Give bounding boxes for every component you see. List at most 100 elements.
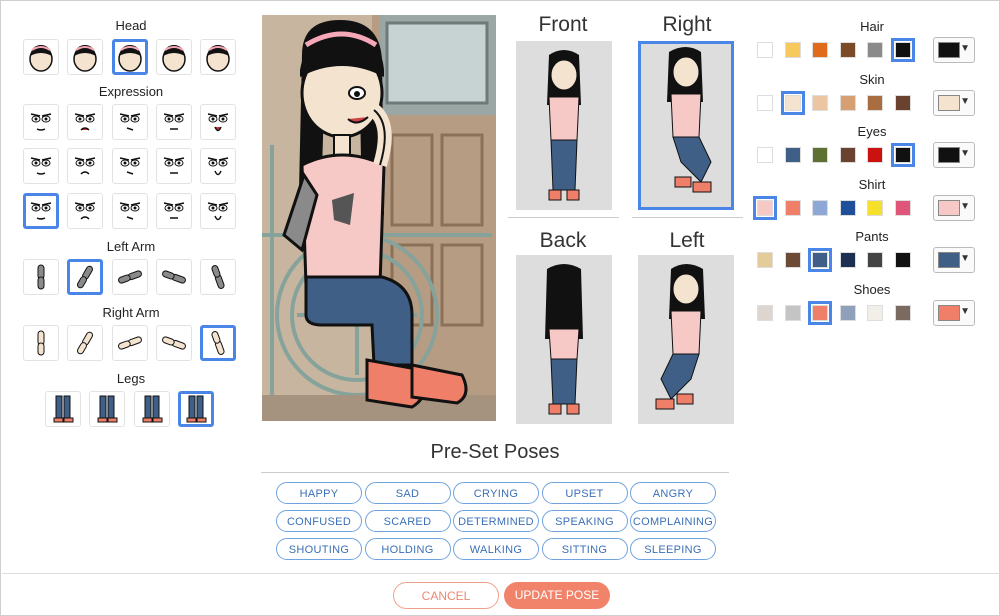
eyes-swatch[interactable] xyxy=(812,147,828,163)
hair-swatch[interactable] xyxy=(867,42,883,58)
shirt-swatch[interactable] xyxy=(784,199,801,216)
pose-button-angry[interactable]: ANGRY xyxy=(630,482,716,504)
pose-button-happy[interactable]: HAPPY xyxy=(276,482,362,504)
expression-option[interactable] xyxy=(23,193,59,229)
left-arm-option[interactable] xyxy=(67,259,103,295)
pose-button-speaking[interactable]: SPEAKING xyxy=(541,510,628,532)
right-arm-option[interactable] xyxy=(67,325,103,361)
expression-option[interactable] xyxy=(156,193,192,229)
pose-button-holding[interactable]: HOLDING xyxy=(364,538,451,560)
hair-swatch[interactable] xyxy=(757,42,773,58)
skin-color-dropdown[interactable]: ▼ xyxy=(933,89,975,116)
pose-button-crying[interactable]: CRYING xyxy=(453,482,539,504)
skin-swatch[interactable] xyxy=(894,94,911,111)
shirt-swatch[interactable] xyxy=(867,199,883,216)
left-view[interactable] xyxy=(638,255,734,424)
pants-color-dropdown[interactable]: ▼ xyxy=(933,247,975,273)
expression-option[interactable] xyxy=(67,193,103,229)
expression-option[interactable] xyxy=(112,193,148,229)
skin-swatch[interactable] xyxy=(839,94,856,111)
expression-option[interactable] xyxy=(200,104,236,140)
pose-button-sleeping[interactable]: SLEEPING xyxy=(630,538,716,560)
hair-swatch[interactable] xyxy=(812,42,828,58)
skin-swatch[interactable] xyxy=(867,94,883,111)
eyes-swatch[interactable] xyxy=(890,143,915,167)
legs-section-title: Legs xyxy=(116,371,146,386)
left-arm-option[interactable] xyxy=(23,259,59,295)
eyes-swatch[interactable] xyxy=(839,147,856,163)
pants-swatch[interactable] xyxy=(757,252,773,268)
expression-option[interactable] xyxy=(200,148,236,184)
back-view[interactable] xyxy=(516,255,612,424)
pose-button-confused[interactable]: CONFUSED xyxy=(276,510,362,532)
shirt-swatch[interactable] xyxy=(812,199,828,216)
shoes-swatch[interactable] xyxy=(867,304,883,321)
head-option[interactable] xyxy=(67,39,103,75)
pants-swatch[interactable] xyxy=(867,252,883,268)
arm-icon xyxy=(77,331,93,355)
hair-color-dropdown[interactable]: ▼ xyxy=(933,37,975,63)
head-option[interactable] xyxy=(156,39,192,75)
front-view[interactable] xyxy=(516,41,612,210)
eyes-swatch[interactable] xyxy=(867,147,883,163)
legs-option[interactable] xyxy=(134,391,170,427)
right-arm-option[interactable] xyxy=(200,325,236,361)
right-arm-option[interactable] xyxy=(156,325,192,361)
head-option[interactable] xyxy=(112,39,148,75)
legs-option[interactable] xyxy=(89,391,125,427)
head-option[interactable] xyxy=(200,39,236,75)
shirt-swatch[interactable] xyxy=(753,195,777,220)
shoes-swatch[interactable] xyxy=(784,304,801,321)
shirt-color-dropdown[interactable]: ▼ xyxy=(933,194,975,221)
legs-option[interactable] xyxy=(45,391,81,427)
pose-button-upset[interactable]: UPSET xyxy=(541,482,628,504)
shoes-swatch[interactable] xyxy=(757,304,773,321)
pose-button-sitting[interactable]: SITTING xyxy=(541,538,628,560)
skin-swatch[interactable] xyxy=(757,94,773,111)
shoes-swatch[interactable] xyxy=(808,300,832,325)
shoes-swatch[interactable] xyxy=(894,304,911,321)
pose-button-determined[interactable]: DETERMINED xyxy=(453,510,539,532)
pose-button-sad[interactable]: SAD xyxy=(364,482,451,504)
expression-option[interactable] xyxy=(156,148,192,184)
preset-poses-divider xyxy=(261,472,729,473)
hair-swatch[interactable] xyxy=(890,38,915,62)
pants-swatch[interactable] xyxy=(808,248,832,272)
cancel-button[interactable]: CANCEL xyxy=(393,582,499,609)
eyes-color-dropdown[interactable]: ▼ xyxy=(933,142,975,168)
skin-swatch[interactable] xyxy=(812,94,828,111)
right-arm-option[interactable] xyxy=(23,325,59,361)
pants-swatch[interactable] xyxy=(894,252,911,268)
legs-option[interactable] xyxy=(178,391,214,427)
expression-option[interactable] xyxy=(112,104,148,140)
shoes-color-dropdown[interactable]: ▼ xyxy=(933,299,975,326)
hair-swatch[interactable] xyxy=(839,42,856,58)
pose-button-shouting[interactable]: SHOUTING xyxy=(276,538,362,560)
pants-swatch[interactable] xyxy=(839,252,856,268)
shoes-swatch[interactable] xyxy=(839,304,856,321)
head-option[interactable] xyxy=(23,39,59,75)
left-arm-option[interactable] xyxy=(156,259,192,295)
right-arm-option[interactable] xyxy=(112,325,148,361)
update-pose-button[interactable]: UPDATE POSE xyxy=(504,582,610,609)
expression-option[interactable] xyxy=(200,193,236,229)
right-view[interactable] xyxy=(638,41,734,210)
shirt-swatch[interactable] xyxy=(839,199,856,216)
expression-option[interactable] xyxy=(67,104,103,140)
expression-option[interactable] xyxy=(67,148,103,184)
pose-button-scared[interactable]: SCARED xyxy=(364,510,451,532)
left-arm-option[interactable] xyxy=(112,259,148,295)
hair-swatch[interactable] xyxy=(784,42,801,58)
eyes-swatch[interactable] xyxy=(784,147,801,163)
shirt-swatch[interactable] xyxy=(894,199,911,216)
eyes-swatch[interactable] xyxy=(757,147,773,163)
pose-button-complaining[interactable]: COMPLAINING xyxy=(630,510,716,532)
skin-swatch[interactable] xyxy=(780,90,805,115)
pants-swatch[interactable] xyxy=(784,252,801,268)
pose-button-walking[interactable]: WALKING xyxy=(453,538,539,560)
expression-option[interactable] xyxy=(156,104,192,140)
left-arm-option[interactable] xyxy=(200,259,236,295)
expression-option[interactable] xyxy=(23,104,59,140)
expression-option[interactable] xyxy=(112,148,148,184)
expression-option[interactable] xyxy=(23,148,59,184)
